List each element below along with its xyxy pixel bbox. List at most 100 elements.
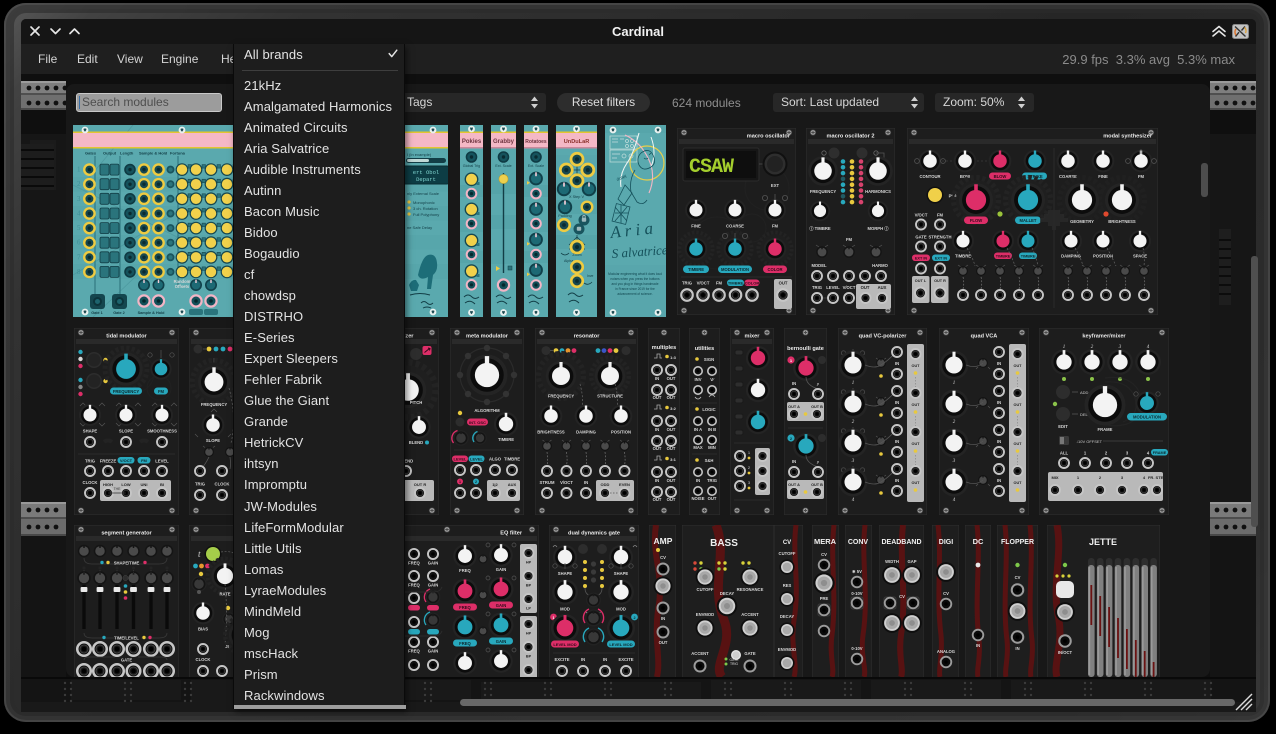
svg-text:7: 7 xyxy=(77,253,81,261)
svg-text:WIDTH: WIDTH xyxy=(885,559,899,564)
svg-text:BIAS: BIAS xyxy=(198,627,208,632)
svg-text:TRIG: TRIG xyxy=(730,662,738,666)
svg-text:HP: HP xyxy=(526,632,532,636)
svg-text:S&H: S&H xyxy=(705,458,714,463)
svg-text:FREQ: FREQ xyxy=(408,561,420,566)
svg-text:LOGIC: LOGIC xyxy=(702,407,715,412)
svg-text:DAMPING: DAMPING xyxy=(1061,254,1081,259)
svg-text:utilities: utilities xyxy=(695,346,715,352)
svg-text:MODULATION: MODULATION xyxy=(1133,415,1161,420)
svg-text:JETTE: JETTE xyxy=(1089,537,1117,547)
svg-text:OUT: OUT xyxy=(911,481,920,485)
svg-text:OUT: OUT xyxy=(653,497,662,502)
svg-text:OUT: OUT xyxy=(667,478,676,483)
svg-text:bernoulli gate: bernoulli gate xyxy=(787,346,824,352)
svg-text:FM: FM xyxy=(772,224,779,229)
svg-text:macro oscillator: macro oscillator xyxy=(747,134,791,140)
svg-text:0-10V: 0-10V xyxy=(851,646,862,651)
svg-text:ALGO: ALGO xyxy=(489,457,502,462)
svg-text:1: 1 xyxy=(953,381,956,386)
svg-text:SHAPE: SHAPE xyxy=(558,571,573,576)
svg-text:EVEN: EVEN xyxy=(619,482,630,487)
svg-text:RESONANCE: RESONANCE xyxy=(737,587,764,592)
svg-text:PRE: PRE xyxy=(820,596,829,601)
svg-text:keyframer/mixer: keyframer/mixer xyxy=(1082,334,1126,340)
svg-text:TRIG: TRIG xyxy=(812,285,822,290)
svg-text:COLOR: COLOR xyxy=(767,267,782,272)
svg-text:TIMBRE: TIMBRE xyxy=(688,267,704,272)
svg-text:ⓘ TIMBRE: ⓘ TIMBRE xyxy=(809,225,831,232)
svg-text:OUT L: OUT L xyxy=(915,279,927,283)
svg-text:CLOCK: CLOCK xyxy=(215,482,230,487)
svg-text:OUT: OUT xyxy=(667,395,676,400)
svg-text:FINE: FINE xyxy=(691,224,701,229)
svg-text:FR. STEP: FR. STEP xyxy=(1148,475,1166,480)
svg-text:↓10V OFFSET: ↓10V OFFSET xyxy=(1076,439,1103,444)
svg-text:OUT: OUT xyxy=(659,640,668,645)
svg-text:DIGI: DIGI xyxy=(939,539,953,546)
svg-text:GAIN: GAIN xyxy=(496,603,506,608)
svg-text:MODEL: MODEL xyxy=(811,263,827,268)
svg-text:LEVEL: LEVEL xyxy=(454,457,467,462)
svg-text:FREQUENCY: FREQUENCY xyxy=(113,389,139,394)
svg-text:FREQUENCY: FREQUENCY xyxy=(201,402,227,407)
svg-text:MALLET: MALLET xyxy=(1020,218,1037,223)
svg-text:BP: BP xyxy=(526,655,532,659)
svg-text:1: 1 xyxy=(852,381,855,386)
svg-text:Rotatoes: Rotatoes xyxy=(525,139,547,145)
svg-text:LOW: LOW xyxy=(121,482,131,487)
svg-text:FINE: FINE xyxy=(1098,174,1108,179)
svg-text:BRIGHTNESS: BRIGHTNESS xyxy=(537,430,565,435)
svg-text:BASS: BASS xyxy=(710,538,738,549)
svg-text:OUT R: OUT R xyxy=(414,482,427,487)
svg-text:LEVEL: LEVEL xyxy=(826,285,840,290)
svg-text:mixer: mixer xyxy=(745,334,761,340)
svg-text:FREQ: FREQ xyxy=(408,583,420,588)
svg-text:multiples: multiples xyxy=(652,345,677,351)
svg-text:FREQUENCY: FREQUENCY xyxy=(810,189,836,194)
svg-text:CLOCK: CLOCK xyxy=(196,657,211,662)
svg-text:TRIG: TRIG xyxy=(195,482,205,487)
svg-text:2: 2 xyxy=(77,180,81,188)
svg-text:FLOW: FLOW xyxy=(970,218,982,223)
svg-text:BLEND: BLEND xyxy=(409,440,423,445)
svg-text:nly External Scale: nly External Scale xyxy=(407,191,440,196)
svg-text:IN: IN xyxy=(655,427,659,432)
svg-text:CV: CV xyxy=(943,591,949,596)
svg-text:Global Trig: Global Trig xyxy=(463,164,480,168)
svg-text:CV: CV xyxy=(899,594,905,599)
svg-text:IN: IN xyxy=(997,400,1001,405)
svg-text:LEVEL: LEVEL xyxy=(470,457,483,462)
svg-text:MOD: MOD xyxy=(560,607,570,612)
svg-text:Length: Length xyxy=(120,151,134,156)
svg-text:GAIN: GAIN xyxy=(428,561,438,566)
svg-text:INT. OSC: INT. OSC xyxy=(469,420,486,425)
svg-text:LEVEL: LEVEL xyxy=(155,459,169,464)
svg-text:MORPH ⓘ: MORPH ⓘ xyxy=(868,225,890,232)
svg-text:Full Polyphony: Full Polyphony xyxy=(413,212,439,217)
svg-text:Fortuna: Fortuna xyxy=(170,151,186,156)
svg-text:FREQUENCY: FREQUENCY xyxy=(548,394,574,399)
svg-text:UNI: UNI xyxy=(141,482,148,487)
svg-text:IN: IN xyxy=(584,480,588,485)
svg-text:EXT IN: EXT IN xyxy=(915,257,927,261)
svg-text:quad VCA: quad VCA xyxy=(971,334,998,340)
svg-text:THE: THE xyxy=(114,487,122,491)
svg-text:OUT: OUT xyxy=(911,442,920,446)
svg-text:IN: IN xyxy=(895,361,899,366)
svg-text:GATE: GATE xyxy=(744,651,756,656)
svg-text:UnDuLaR: UnDuLaR xyxy=(564,139,589,145)
svg-text:COARSE: COARSE xyxy=(726,224,744,229)
svg-text:IN: IN xyxy=(581,657,585,662)
svg-text:noises when you press the butt: noises when you press the buttons xyxy=(610,277,659,281)
svg-text:CONTOUR: CONTOUR xyxy=(919,174,940,179)
svg-text:OUT R: OUT R xyxy=(934,279,946,283)
svg-text:V/OCT: V/OCT xyxy=(843,285,856,290)
svg-text:8: 8 xyxy=(77,268,81,276)
svg-text:2: 2 xyxy=(633,616,635,620)
svg-text:CUTOFF: CUTOFF xyxy=(697,587,714,592)
svg-text:3 ch. Rotation: 3 ch. Rotation xyxy=(413,206,438,211)
svg-text:3:1: 3:1 xyxy=(670,457,677,462)
svg-text:2: 2 xyxy=(475,480,477,484)
svg-text:CV: CV xyxy=(821,552,827,557)
